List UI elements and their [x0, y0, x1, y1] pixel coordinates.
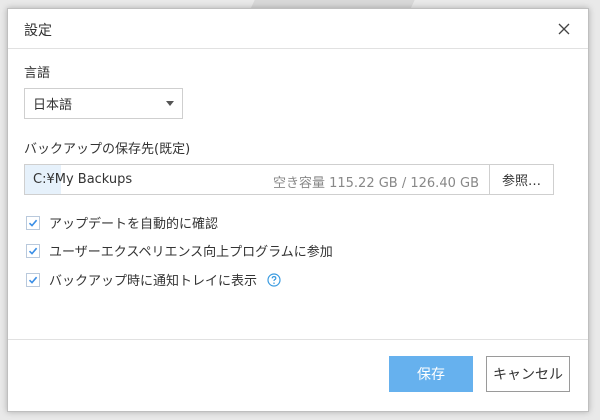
- footer-divider: [8, 339, 588, 340]
- check-icon: [28, 276, 38, 284]
- help-icon[interactable]: [267, 272, 281, 287]
- save-button[interactable]: 保存: [389, 356, 473, 392]
- browse-button[interactable]: 参照…: [489, 165, 553, 194]
- tray-notify-label: バックアップ時に通知トレイに表示: [49, 274, 258, 289]
- option-ux-program[interactable]: ユーザーエクスペリエンス向上プログラムに参加: [26, 241, 333, 260]
- option-tray-notify[interactable]: バックアップ時に通知トレイに表示: [26, 270, 281, 289]
- tray-notify-checkbox[interactable]: [26, 272, 40, 287]
- chevron-down-icon: [166, 101, 174, 106]
- ux-program-checkbox[interactable]: [26, 243, 40, 258]
- backup-path-row: 空き容量 115.22 GB / 126.40 GB 参照…: [24, 164, 554, 195]
- auto-update-label: アップデートを自動的に確認: [49, 217, 219, 232]
- check-icon: [28, 219, 38, 227]
- backup-location-label: バックアップの保存先(既定): [24, 142, 191, 157]
- close-button[interactable]: [550, 15, 578, 43]
- auto-update-checkbox[interactable]: [26, 215, 40, 230]
- close-icon: [558, 23, 570, 35]
- settings-dialog: 設定 言語 日本語 バックアップの保存先(既定) 空き容量 115.22 GB …: [7, 8, 589, 412]
- cancel-button[interactable]: キャンセル: [486, 356, 570, 392]
- ux-program-label: ユーザーエクスペリエンス向上プログラムに参加: [49, 245, 333, 260]
- language-select[interactable]: 日本語: [24, 88, 183, 119]
- check-icon: [28, 247, 38, 255]
- dialog-title: 設定: [24, 23, 52, 39]
- free-space-text: 空き容量 115.22 GB / 126.40 GB: [272, 176, 479, 191]
- language-selected-value: 日本語: [33, 98, 73, 113]
- option-auto-update[interactable]: アップデートを自動的に確認: [26, 213, 218, 232]
- language-label: 言語: [24, 66, 51, 81]
- dialog-titlebar: 設定: [8, 9, 588, 49]
